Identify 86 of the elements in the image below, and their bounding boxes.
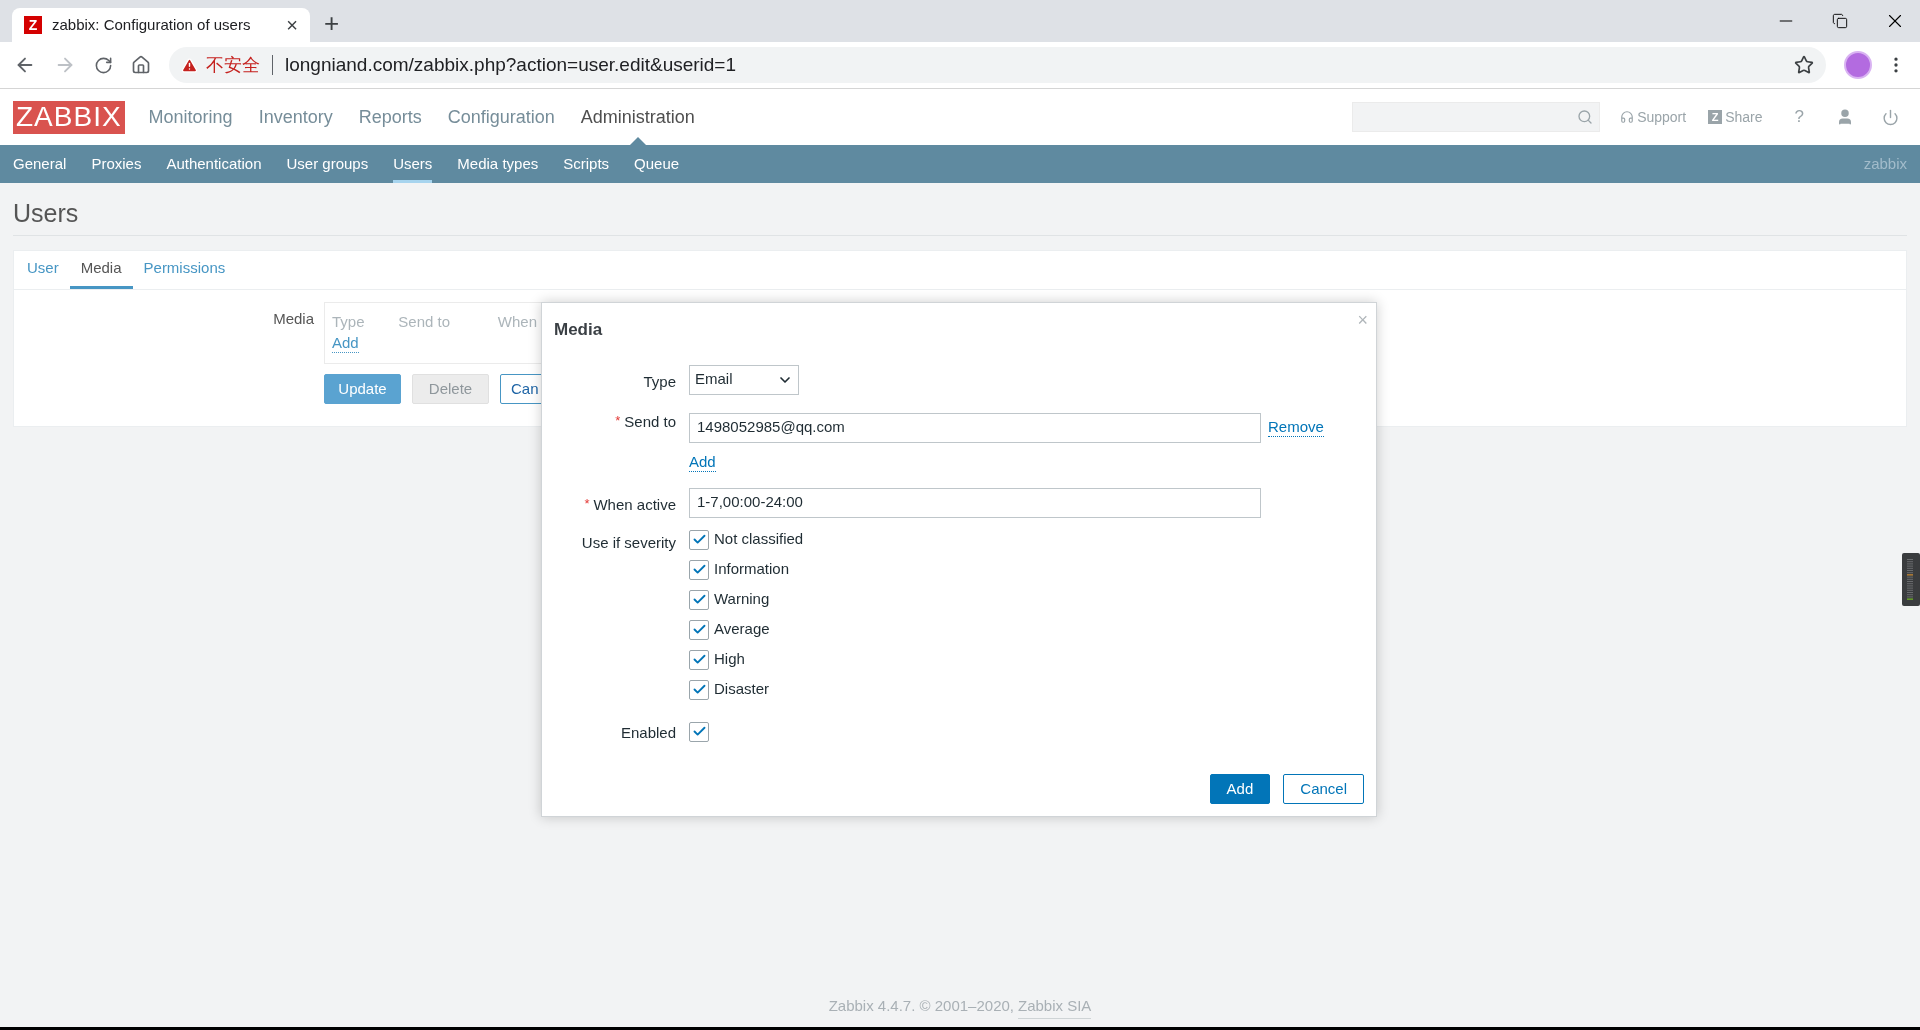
share-link[interactable]: Z Share (1708, 106, 1763, 128)
user-profile-icon[interactable] (1836, 108, 1854, 126)
submenu-item[interactable]: Scripts (563, 145, 610, 183)
submenu-item[interactable]: General (13, 145, 67, 183)
dialog-button[interactable]: Add (1209, 774, 1271, 804)
checkbox[interactable] (689, 559, 709, 580)
main-menu-item[interactable]: Monitoring (148, 89, 233, 145)
main-menu-item[interactable]: Reports (358, 89, 422, 145)
type-select[interactable]: Email (689, 364, 799, 395)
column-header: When (497, 312, 537, 332)
remove-link[interactable]: Remove (1268, 418, 1324, 437)
submenu-item[interactable]: Proxies (91, 145, 142, 183)
footer-text: Zabbix 4.4.7. © 2001–2020, (828, 996, 1014, 1016)
checkbox[interactable] (689, 649, 709, 670)
username-label: zabbix (1863, 153, 1907, 174)
dialog-button[interactable]: Cancel (1283, 774, 1364, 804)
favicon: Z (24, 16, 42, 34)
browser-tab[interactable]: Z zabbix: Configuration of users × (12, 8, 310, 42)
form-tab[interactable]: Media (69, 251, 133, 289)
main-menu-item[interactable]: Configuration (447, 89, 555, 145)
address-bar[interactable]: 不安全 longniand.com/zabbix.php?action=user.edit&userid=1 (169, 47, 1826, 83)
submenu-item[interactable]: Authentication (166, 145, 262, 183)
required-mark: * (584, 494, 590, 513)
security-label: 不安全 (206, 53, 260, 77)
form-tab[interactable]: Permissions (132, 251, 237, 289)
checkbox-label: Average (714, 619, 770, 640)
checkbox[interactable] (689, 721, 709, 742)
profile-avatar[interactable] (1844, 51, 1872, 79)
bookmark-star-icon[interactable] (1794, 55, 1814, 75)
search-field[interactable] (1352, 102, 1601, 132)
checkbox-label: Disaster (714, 679, 769, 700)
required-mark: * (615, 411, 621, 430)
checkmark-icon (691, 532, 707, 547)
field-label: Type (642, 371, 676, 392)
form-button[interactable]: Can (500, 374, 544, 404)
checkbox-label: High (714, 649, 745, 670)
form-tab[interactable]: User (16, 251, 70, 289)
restore-icon[interactable] (1832, 13, 1848, 29)
checkbox[interactable] (689, 529, 709, 550)
checkbox[interactable] (689, 589, 709, 610)
form-button[interactable]: Delete (412, 374, 489, 404)
main-menu-item[interactable]: Inventory (258, 89, 333, 145)
footer-link[interactable]: Zabbix SIA (1018, 995, 1092, 1019)
field-label: Use if severity (580, 532, 676, 553)
checkbox[interactable] (689, 619, 709, 640)
checkmark-icon (691, 562, 707, 577)
url-text: longniand.com/zabbix.php?action=user.edit&userid=1 (285, 52, 738, 77)
dialog-title: Media (554, 319, 603, 341)
form-button[interactable]: Update (324, 374, 401, 404)
warning-icon (181, 56, 198, 74)
page-title: Users (13, 198, 80, 229)
checkmark-icon (691, 724, 707, 739)
checkbox-label: Warning (714, 589, 770, 610)
send-to-input[interactable]: 1498052985@qq.com (689, 412, 1261, 443)
tab-title: zabbix: Configuration of users (52, 14, 252, 35)
column-header: Send to (398, 312, 452, 332)
checkbox-label: Not classified (714, 529, 804, 550)
add-link[interactable]: Add (689, 452, 716, 472)
zabbix-logo[interactable]: ZABBIX (13, 100, 125, 134)
submenu-item[interactable]: Users (393, 145, 433, 183)
checkmark-icon (691, 682, 707, 697)
dialog-close-button[interactable]: × (1357, 311, 1368, 329)
field-label: Send to (624, 411, 676, 432)
submenu-item[interactable]: Media types (457, 145, 539, 183)
submenu-item[interactable]: Queue (634, 145, 680, 183)
reload-icon[interactable] (94, 55, 113, 75)
home-icon[interactable] (131, 55, 151, 75)
sign-out-icon[interactable] (1882, 108, 1899, 126)
field-label: When active (593, 494, 676, 515)
tab-close-button[interactable]: × (286, 15, 298, 35)
checkmark-icon (691, 652, 707, 667)
submenu-item[interactable]: User groups (286, 145, 369, 183)
checkmark-icon (691, 592, 707, 607)
checkmark-icon (691, 622, 707, 637)
headphones-icon (1620, 110, 1635, 124)
checkbox-label: Information (714, 559, 790, 580)
level-meter-drawing (1902, 553, 1920, 606)
new-tab-button[interactable]: + (324, 10, 340, 36)
column-header: Type (332, 312, 366, 332)
add-link[interactable]: Add (332, 333, 359, 353)
when-active-input[interactable]: 1-7,00:00-24:00 (689, 487, 1261, 518)
field-label: Media (272, 309, 315, 329)
checkbox[interactable] (689, 679, 709, 700)
field-label: Enabled (619, 722, 676, 743)
support-link[interactable]: Support (1620, 106, 1687, 128)
help-link[interactable]: ? (1794, 104, 1804, 130)
